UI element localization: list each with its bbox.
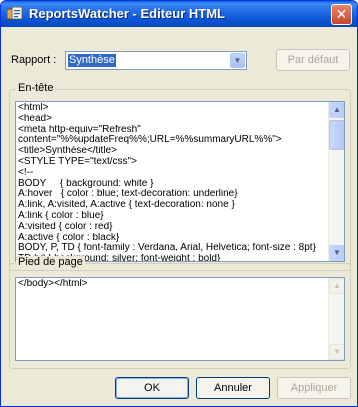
code-line: A:link { color : blue} — [18, 210, 104, 221]
pied-group: Pied de page </body></html> ▲ ▼ — [9, 256, 351, 369]
editor-window: ReportsWatcher - Editeur HTML ✕ Rapport … — [0, 0, 358, 407]
close-button[interactable]: ✕ — [331, 4, 352, 25]
scroll-down-icon: ▼ — [329, 344, 344, 360]
entete-legend: En-tête — [16, 82, 56, 94]
scroll-up-icon[interactable]: ▲ — [329, 102, 344, 118]
code-line: A:active { color : black} — [18, 232, 120, 243]
code-line: <head> — [18, 113, 52, 124]
code-line: content="%%updateFreq%%;URL=%%summaryURL… — [18, 135, 282, 146]
scroll-thumb[interactable] — [329, 120, 344, 150]
entete-textarea[interactable]: <html> <head> <meta http-equiv="Refresh" co… — [15, 101, 345, 262]
code-line: A:link, A:visited, A:active { text-decor… — [18, 200, 235, 211]
par-defaut-button[interactable]: Par défaut — [276, 49, 350, 71]
rapport-select[interactable]: Synthèse ▼ — [65, 51, 247, 70]
scroll-down-icon[interactable]: ▼ — [329, 245, 344, 261]
code-line: <STYLE TYPE="text/css"> — [18, 156, 137, 167]
annuler-button[interactable]: Annuler — [196, 377, 270, 399]
ok-button[interactable]: OK — [115, 377, 189, 399]
code-line: <!-- — [18, 167, 34, 178]
entete-scrollbar[interactable]: ▲ ▼ — [328, 102, 344, 261]
scroll-up-icon: ▲ — [329, 278, 344, 294]
close-icon: ✕ — [335, 6, 348, 22]
entete-code: <html> <head> <meta http-equiv="Refresh" co… — [18, 103, 326, 261]
app-icon — [7, 7, 23, 20]
code-line: BODY { background: white } — [18, 178, 154, 189]
code-line: A:hover { color : blue; text-decoration:… — [18, 189, 238, 200]
rapport-label: Rapport : — [11, 54, 57, 66]
title-bar[interactable]: ReportsWatcher - Editeur HTML ✕ — [1, 1, 357, 27]
pied-legend: Pied de page — [16, 256, 85, 268]
appliquer-button[interactable]: Appliquer — [277, 377, 351, 399]
code-line: </body></html> — [18, 279, 88, 289]
entete-group: En-tête <html> <head> <meta http-equiv="Re… — [9, 82, 351, 271]
code-line: A:visited { color : red} — [18, 221, 113, 232]
pied-scrollbar[interactable]: ▲ ▼ — [328, 278, 344, 360]
code-line: <meta http-equiv="Refresh" — [18, 124, 141, 135]
window-title: ReportsWatcher - Editeur HTML — [29, 6, 225, 21]
chevron-down-icon[interactable]: ▼ — [230, 53, 245, 68]
code-line: BODY, P, TD { font-family : Verdana, Ari… — [18, 243, 316, 254]
code-line: <title>Synthèse</title> — [18, 146, 117, 157]
pied-code: </body></html> — [18, 279, 326, 290]
pied-textarea[interactable]: </body></html> ▲ ▼ — [15, 277, 345, 361]
rapport-selected-value: Synthèse — [68, 54, 116, 67]
code-line: <html> — [18, 103, 49, 113]
